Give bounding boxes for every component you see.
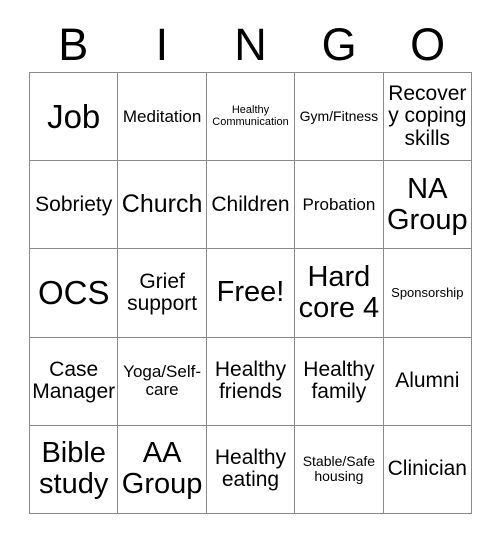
bingo-cell[interactable]: Healthy family	[295, 337, 384, 426]
bingo-cell-label: Hard core 4	[298, 260, 380, 324]
bingo-cell[interactable]: Healthy eating	[206, 425, 296, 514]
bingo-cell[interactable]: Gym/Fitness	[295, 73, 384, 162]
bingo-cell-label: Healthy eating	[214, 445, 287, 492]
bingo-cell[interactable]: Case Manager	[30, 337, 119, 426]
bingo-header-letter-i: I	[155, 18, 169, 70]
bingo-cell-label: Bible study	[39, 437, 109, 501]
bingo-cell[interactable]: OCS	[30, 249, 119, 338]
bingo-cell-label: Yoga/Self-care	[123, 362, 201, 400]
bingo-cell[interactable]: AA Group	[118, 425, 207, 514]
bingo-cell[interactable]: Stable/Safe housing	[295, 425, 384, 514]
bingo-cell-label: Job	[47, 97, 101, 135]
bingo-header-letter-b: B	[58, 18, 89, 70]
bingo-cell-label: Healthy Communication	[212, 103, 289, 128]
bingo-cell-label: Healthy friends	[214, 357, 287, 404]
bingo-cell-label: Alumni	[395, 368, 460, 392]
bingo-cell-label: NA Group	[386, 172, 468, 236]
bingo-cell[interactable]: Yoga/Self-care	[118, 337, 207, 426]
bingo-cell[interactable]: Alumni	[383, 337, 472, 426]
bingo-cell-label: Clinician	[387, 457, 467, 481]
bingo-cell[interactable]: Grief support	[118, 249, 207, 338]
bingo-cell-label: Case Manager	[32, 357, 116, 404]
bingo-cell[interactable]: Free!	[206, 249, 296, 338]
bingo-cell[interactable]: Job	[30, 73, 119, 162]
bingo-cell[interactable]: Sponsorship	[383, 249, 472, 338]
bingo-grid: Job Meditation Healthy Communication Gym/Fi…	[29, 72, 472, 514]
bingo-cell-label: Children	[211, 192, 290, 216]
bingo-cell-label: Gym/Fitness	[299, 108, 379, 125]
bingo-header-letter-n: N	[234, 18, 267, 70]
bingo-header-letter-g: G	[321, 18, 357, 70]
bingo-cell-label: OCS	[37, 274, 110, 312]
bingo-cell[interactable]: Church	[118, 161, 207, 250]
bingo-card: B I N G O Job Meditation Healthy Communica…	[0, 0, 500, 544]
bingo-header-row: B I N G O	[29, 16, 472, 72]
bingo-cell[interactable]: Healthy friends	[206, 337, 296, 426]
bingo-cell-label: Stable/Safe housing	[302, 453, 376, 485]
bingo-cell[interactable]: Healthy Communication	[206, 73, 296, 162]
bingo-cell[interactable]: Hard core 4	[295, 249, 384, 338]
bingo-cell-label: Church	[121, 190, 203, 219]
bingo-cell-label: Sponsorship	[391, 285, 464, 301]
bingo-cell[interactable]: Recovery coping skills	[383, 73, 472, 162]
bingo-cell-label: Free!	[216, 276, 285, 309]
bingo-cell[interactable]: Bible study	[30, 425, 119, 514]
bingo-cell[interactable]: Probation	[295, 161, 384, 250]
bingo-cell[interactable]: Clinician	[383, 425, 472, 514]
bingo-cell-label: Meditation	[122, 106, 202, 126]
bingo-cell-label: Sobriety	[35, 192, 113, 216]
bingo-cell[interactable]: Children	[206, 161, 296, 250]
bingo-cell[interactable]: NA Group	[383, 161, 472, 250]
bingo-cell-label: AA Group	[121, 437, 203, 501]
bingo-cell-label: Healthy family	[303, 357, 375, 404]
bingo-cell-label: Recovery coping skills	[388, 81, 467, 150]
bingo-cell[interactable]: Sobriety	[30, 161, 119, 250]
bingo-cell-label: Probation	[302, 194, 376, 214]
bingo-cell[interactable]: Meditation	[118, 73, 207, 162]
bingo-header-letter-o: O	[410, 18, 446, 70]
bingo-cell-label: Grief support	[127, 269, 198, 315]
